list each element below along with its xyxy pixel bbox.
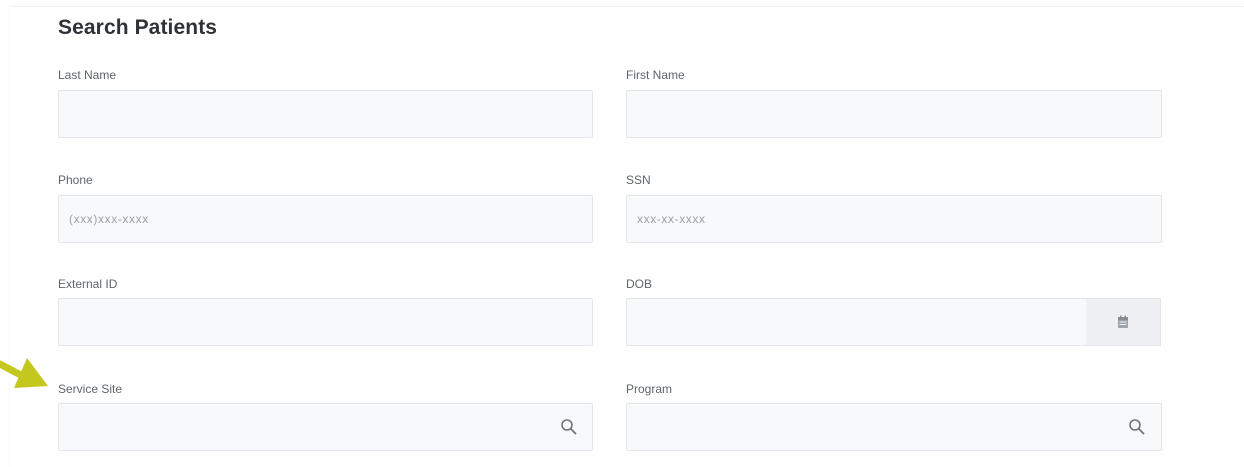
first-name-field[interactable] [626, 90, 1162, 138]
calendar-icon [1118, 315, 1128, 328]
last-name-label: Last Name [58, 68, 117, 82]
program-label: Program [626, 382, 673, 396]
phone-field[interactable]: (xxx)xxx-xxxx [58, 195, 593, 243]
annotation-arrow-icon [0, 358, 48, 388]
dob-field[interactable] [626, 298, 1087, 346]
ssn-field[interactable]: xxx-xx-xxxx [626, 195, 1162, 243]
first-name-label: First Name [626, 68, 685, 82]
dob-label: DOB [626, 277, 653, 291]
ssn-label: SSN [626, 173, 651, 187]
calendar-button[interactable] [1086, 298, 1161, 346]
search-icon[interactable] [560, 418, 578, 436]
service-site-field[interactable] [58, 403, 593, 451]
service-site-label: Service Site [58, 382, 123, 396]
phone-label: Phone [58, 173, 93, 187]
search-icon[interactable] [1128, 418, 1146, 436]
last-name-field[interactable] [58, 90, 593, 138]
external-id-label: External ID [58, 277, 118, 291]
external-id-field[interactable] [58, 298, 593, 346]
program-field[interactable] [626, 403, 1162, 451]
page-title: Search Patients [58, 16, 218, 39]
